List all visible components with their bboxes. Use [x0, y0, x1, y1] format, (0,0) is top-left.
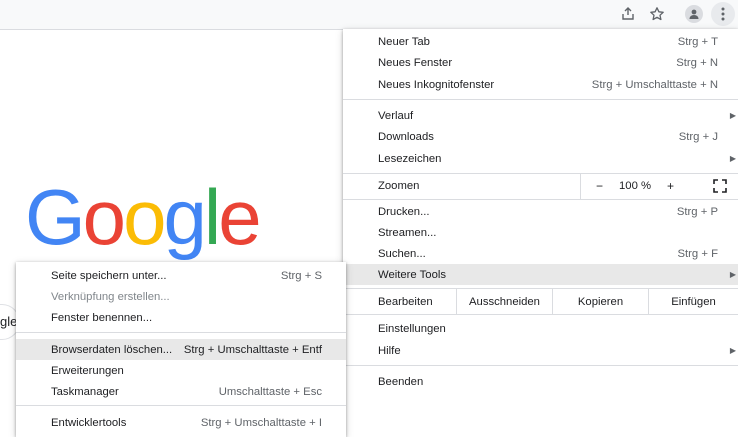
- menu-item-history[interactable]: Verlauf ▶: [343, 105, 738, 126]
- fullscreen-icon[interactable]: [713, 179, 727, 196]
- menu-item-label: Weitere Tools: [378, 268, 447, 281]
- menu-item-shortcut: Strg + T: [677, 35, 718, 48]
- submenu-item-save-page[interactable]: Seite speichern unter... Strg + S: [16, 265, 346, 286]
- submenu-arrow-icon: ▶: [729, 346, 736, 355]
- browser-toolbar: [0, 0, 738, 30]
- menu-item-label: Erweiterungen: [51, 364, 124, 377]
- menu-item-shortcut: Strg + Umschalttaste + Entf: [183, 343, 322, 356]
- menu-item-label: Neues Fenster: [378, 56, 453, 69]
- submenu-item-dev-tools[interactable]: Entwicklertools Strg + Umschalttaste + I: [16, 412, 346, 433]
- menu-item-label: Verknüpfung erstellen...: [51, 290, 170, 303]
- edit-row: Bearbeiten Ausschneiden Kopieren Einfüge…: [343, 289, 738, 314]
- menu-item-label: Hilfe: [378, 344, 401, 357]
- menu-item-label: Browserdaten löschen...: [51, 343, 173, 356]
- logo-letter: e: [218, 173, 261, 261]
- menu-separator: [343, 199, 738, 200]
- search-box-text: gle: [0, 314, 18, 329]
- menu-separator: [343, 365, 738, 366]
- menu-item-label: Einstellungen: [378, 322, 446, 335]
- logo-letter: l: [203, 173, 221, 261]
- menu-separator: [343, 99, 738, 100]
- zoom-level: 100 %: [619, 180, 652, 192]
- menu-item-more-tools[interactable]: Weitere Tools ▶: [343, 264, 738, 285]
- submenu-item-task-manager[interactable]: Taskmanager Umschalttaste + Esc: [16, 381, 346, 402]
- zoom-in-button[interactable]: +: [667, 179, 674, 193]
- menu-separator: [343, 314, 738, 315]
- menu-item-label: Fenster benennen...: [51, 311, 153, 324]
- menu-separator: [16, 405, 346, 406]
- menu-item-cast[interactable]: Streamen...: [343, 222, 738, 243]
- logo-letter: g: [163, 173, 206, 261]
- menu-item-label: Beenden: [378, 375, 424, 388]
- menu-item-new-tab[interactable]: Neuer Tab Strg + T: [343, 31, 738, 52]
- paste-button[interactable]: Einfügen: [648, 289, 738, 314]
- menu-item-shortcut: Strg + S: [280, 269, 322, 282]
- menu-item-shortcut: Strg + Umschalttaste + I: [200, 416, 322, 429]
- submenu-arrow-icon: ▶: [729, 154, 736, 163]
- menu-item-exit[interactable]: Beenden: [343, 371, 738, 392]
- menu-item-label: Downloads: [378, 130, 434, 143]
- menu-separator: [16, 332, 346, 333]
- google-logo: Google: [25, 172, 262, 262]
- menu-item-label: Neues Inkognitofenster: [378, 78, 495, 91]
- menu-item-label: Suchen...: [378, 247, 426, 260]
- menu-item-label: Verlauf: [378, 109, 414, 122]
- menu-item-shortcut: Umschalttaste + Esc: [218, 385, 322, 398]
- zoom-label: Zoomen: [378, 180, 420, 192]
- more-tools-submenu: Seite speichern unter... Strg + S Verknü…: [16, 262, 346, 437]
- menu-item-settings[interactable]: Einstellungen: [343, 318, 738, 339]
- menu-item-shortcut: Strg + Umschalttaste + N: [591, 78, 718, 91]
- submenu-arrow-icon: ▶: [729, 270, 736, 279]
- zoom-controls: − 100 % +: [580, 174, 738, 199]
- star-icon[interactable]: [646, 3, 668, 25]
- copy-button[interactable]: Kopieren: [552, 289, 648, 314]
- submenu-arrow-icon: ▶: [729, 111, 736, 120]
- menu-item-label: Seite speichern unter...: [51, 269, 167, 282]
- menu-item-help[interactable]: Hilfe ▶: [343, 340, 738, 361]
- share-icon[interactable]: [617, 3, 639, 25]
- menu-item-label: Taskmanager: [51, 385, 119, 398]
- menu-item-bookmarks[interactable]: Lesezeichen ▶: [343, 148, 738, 169]
- menu-item-shortcut: Strg + N: [676, 56, 718, 69]
- submenu-item-create-shortcut: Verknüpfung erstellen...: [16, 286, 346, 307]
- logo-letter: G: [25, 173, 86, 261]
- submenu-item-name-window[interactable]: Fenster benennen...: [16, 307, 346, 328]
- logo-letter: o: [123, 173, 166, 261]
- chrome-main-menu: Neuer Tab Strg + T Neues Fenster Strg + …: [343, 29, 738, 437]
- menu-item-label: Neuer Tab: [378, 35, 430, 48]
- logo-letter: o: [82, 173, 126, 261]
- menu-item-shortcut: Strg + F: [677, 247, 719, 260]
- menu-item-label: Entwicklertools: [51, 416, 127, 429]
- menu-item-label: Drucken...: [378, 205, 430, 218]
- zoom-out-button[interactable]: −: [596, 179, 603, 193]
- menu-item-incognito[interactable]: Neues Inkognitofenster Strg + Umschaltta…: [343, 74, 738, 95]
- edit-label: Bearbeiten: [378, 296, 433, 308]
- menu-item-downloads[interactable]: Downloads Strg + J: [343, 126, 738, 147]
- zoom-row: Zoomen − 100 % +: [343, 174, 738, 199]
- menu-icon[interactable]: [711, 2, 735, 26]
- menu-item-print[interactable]: Drucken... Strg + P: [343, 201, 738, 222]
- submenu-item-extensions[interactable]: Erweiterungen: [16, 360, 346, 381]
- menu-item-new-window[interactable]: Neues Fenster Strg + N: [343, 52, 738, 73]
- profile-icon[interactable]: [683, 3, 705, 25]
- submenu-item-clear-data[interactable]: Browserdaten löschen... Strg + Umschaltt…: [16, 339, 346, 360]
- menu-item-find[interactable]: Suchen... Strg + F: [343, 243, 738, 264]
- menu-item-shortcut: Strg + J: [678, 130, 718, 143]
- menu-item-shortcut: Strg + P: [676, 205, 718, 218]
- menu-item-label: Lesezeichen: [378, 152, 442, 165]
- menu-item-label: Streamen...: [378, 226, 437, 239]
- avatar: [685, 5, 703, 23]
- cut-button[interactable]: Ausschneiden: [456, 289, 552, 314]
